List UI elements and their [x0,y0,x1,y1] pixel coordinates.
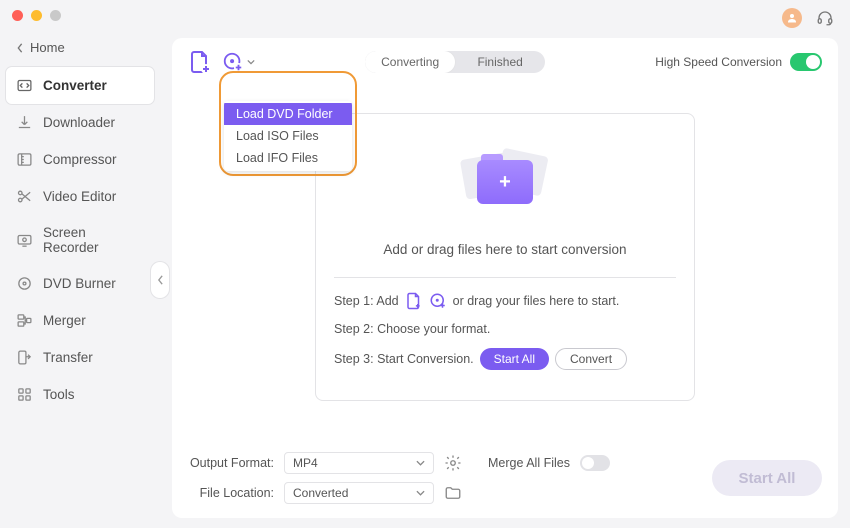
dropzone-card[interactable]: + Add or drag files here to start conver… [315,113,695,401]
chevron-left-icon [157,275,164,285]
start-all-mini-button[interactable]: Start All [480,348,549,370]
sidebar-item-label: Merger [43,313,86,328]
status-tabs: Converting Finished [365,51,545,73]
open-folder-button[interactable] [444,484,462,502]
sidebar-item-label: Screen Recorder [43,225,144,255]
collapse-sidebar-button[interactable] [151,262,169,298]
sidebar-item-label: Transfer [43,350,93,365]
high-speed-label: High Speed Conversion [655,55,782,69]
sidebar-item-transfer[interactable]: Transfer [6,339,154,376]
back-home-label: Home [30,40,65,55]
close-window-button[interactable] [12,10,23,21]
sidebar-item-converter[interactable]: Converter [6,67,154,104]
account-avatar[interactable] [782,8,802,28]
dropzone-illustration: + [334,132,676,232]
sidebar-item-video-editor[interactable]: Video Editor [6,178,154,215]
bottom-bar: Output Format: MP4 Merge All Files [188,440,822,504]
file-plus-icon [188,50,212,74]
sidebar-item-label: DVD Burner [43,276,116,291]
sidebar-item-label: Converter [43,78,107,93]
dropdown-item-load-iso[interactable]: Load ISO Files [224,125,352,147]
step-3: Step 3: Start Conversion. Start All Conv… [334,348,676,370]
step-1: Step 1: Add or drag your files here to s… [334,292,676,310]
tab-finished[interactable]: Finished [455,51,545,73]
sidebar: Home Converter Downloader Compressor Vid… [0,30,160,528]
compressor-icon [16,151,33,168]
back-home-button[interactable]: Home [6,34,154,61]
file-location-select[interactable]: Converted [284,482,434,504]
disc-icon [16,275,33,292]
scissors-icon [16,188,33,205]
sidebar-item-label: Downloader [43,115,115,130]
converter-icon [16,77,33,94]
sidebar-item-merger[interactable]: Merger [6,302,154,339]
format-settings-button[interactable] [444,454,462,472]
sidebar-item-compressor[interactable]: Compressor [6,141,154,178]
sidebar-item-downloader[interactable]: Downloader [6,104,154,141]
divider [334,277,676,278]
tab-converting[interactable]: Converting [365,51,455,73]
step-2: Step 2: Choose your format. [334,322,676,336]
support-icon[interactable] [816,9,834,27]
sidebar-item-tools[interactable]: Tools [6,376,154,413]
download-icon [16,114,33,131]
main-area: Converting Finished High Speed Conversio… [160,30,850,528]
fullscreen-window-button[interactable] [50,10,61,21]
minimize-window-button[interactable] [31,10,42,21]
disc-plus-icon [222,51,244,73]
convert-mini-button[interactable]: Convert [555,348,627,370]
load-disc-dropdown-highlight: Load DVD Folder Load ISO Files Load IFO … [219,71,357,176]
transfer-icon [16,349,33,366]
load-disc-dropdown: Load DVD Folder Load ISO Files Load IFO … [224,101,352,171]
merge-label: Merge All Files [488,456,570,470]
file-plus-icon [405,292,423,310]
sidebar-item-label: Compressor [43,152,117,167]
merge-toggle[interactable] [580,455,610,471]
sidebar-item-screen-recorder[interactable]: Screen Recorder [6,215,154,265]
dropdown-item-load-dvd-folder[interactable]: Load DVD Folder [224,103,352,125]
sidebar-item-label: Tools [43,387,75,402]
chevron-down-icon [416,490,425,496]
output-format-label: Output Format: [188,456,274,470]
high-speed-toggle[interactable] [790,53,822,71]
start-all-button[interactable]: Start All [712,460,822,496]
screen-recorder-icon [16,232,33,249]
load-disc-button[interactable] [222,51,255,73]
sidebar-item-label: Video Editor [43,189,116,204]
dropdown-item-load-ifo[interactable]: Load IFO Files [224,147,352,169]
add-file-button[interactable] [188,50,212,74]
dropzone-caption: Add or drag files here to start conversi… [334,242,676,257]
merger-icon [16,312,33,329]
disc-plus-icon [429,292,447,310]
output-format-select[interactable]: MP4 [284,452,434,474]
window-controls [12,10,61,21]
chevron-left-icon [16,43,24,53]
converter-panel: Converting Finished High Speed Conversio… [172,38,838,518]
sidebar-item-dvd-burner[interactable]: DVD Burner [6,265,154,302]
tools-icon [16,386,33,403]
folder-plus-icon: + [477,160,533,204]
chevron-down-icon [247,59,255,65]
chevron-down-icon [416,460,425,466]
file-location-label: File Location: [188,486,274,500]
